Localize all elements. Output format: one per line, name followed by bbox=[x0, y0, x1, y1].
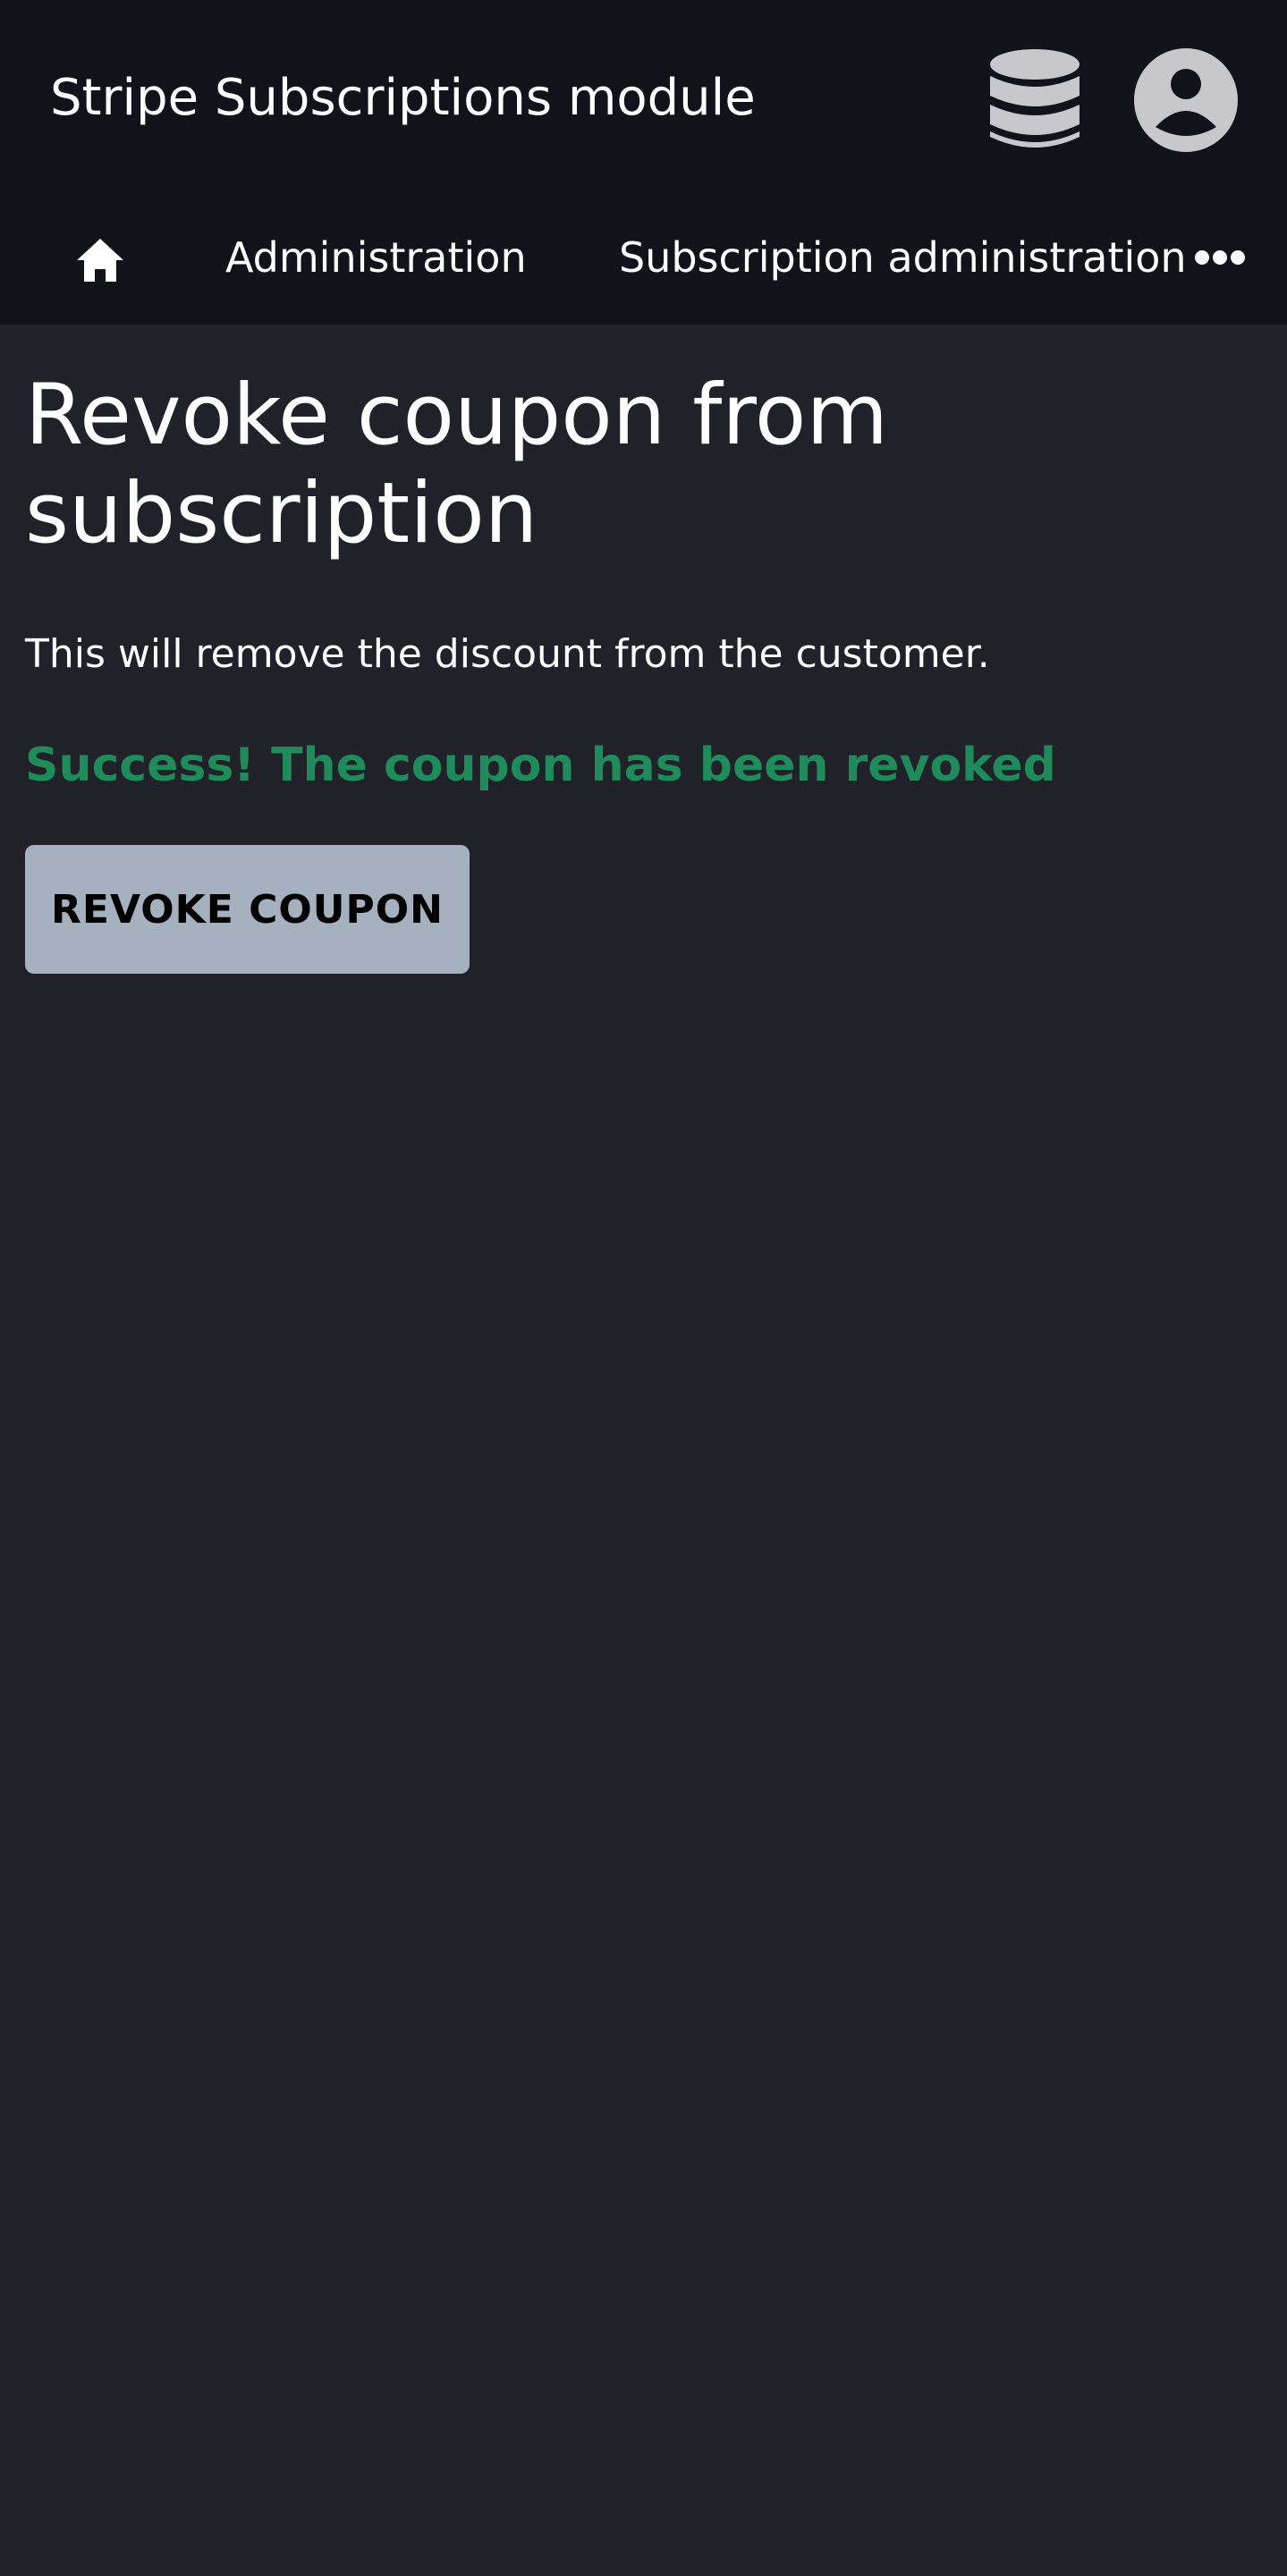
page-title: Revoke coupon from subscription bbox=[25, 367, 889, 562]
user-avatar-icon[interactable] bbox=[1134, 48, 1238, 152]
top-bar: Stripe Subscriptions module bbox=[0, 0, 1287, 198]
success-message: Success! The coupon has been revoked bbox=[25, 739, 1056, 792]
breadcrumb-nav: Administration Subscription administrati… bbox=[0, 198, 1287, 325]
revoke-coupon-button[interactable]: REVOKE COUPON bbox=[25, 845, 470, 974]
nav-administration-link[interactable]: Administration bbox=[225, 229, 527, 286]
site-title[interactable]: Stripe Subscriptions module bbox=[50, 66, 756, 131]
home-icon[interactable] bbox=[75, 237, 125, 283]
database-icon[interactable] bbox=[990, 49, 1080, 152]
page-description: This will remove the discount from the c… bbox=[25, 631, 990, 677]
more-dots-icon[interactable] bbox=[1193, 247, 1247, 268]
nav-subscription-administration-link[interactable]: Subscription administration bbox=[619, 229, 1187, 286]
